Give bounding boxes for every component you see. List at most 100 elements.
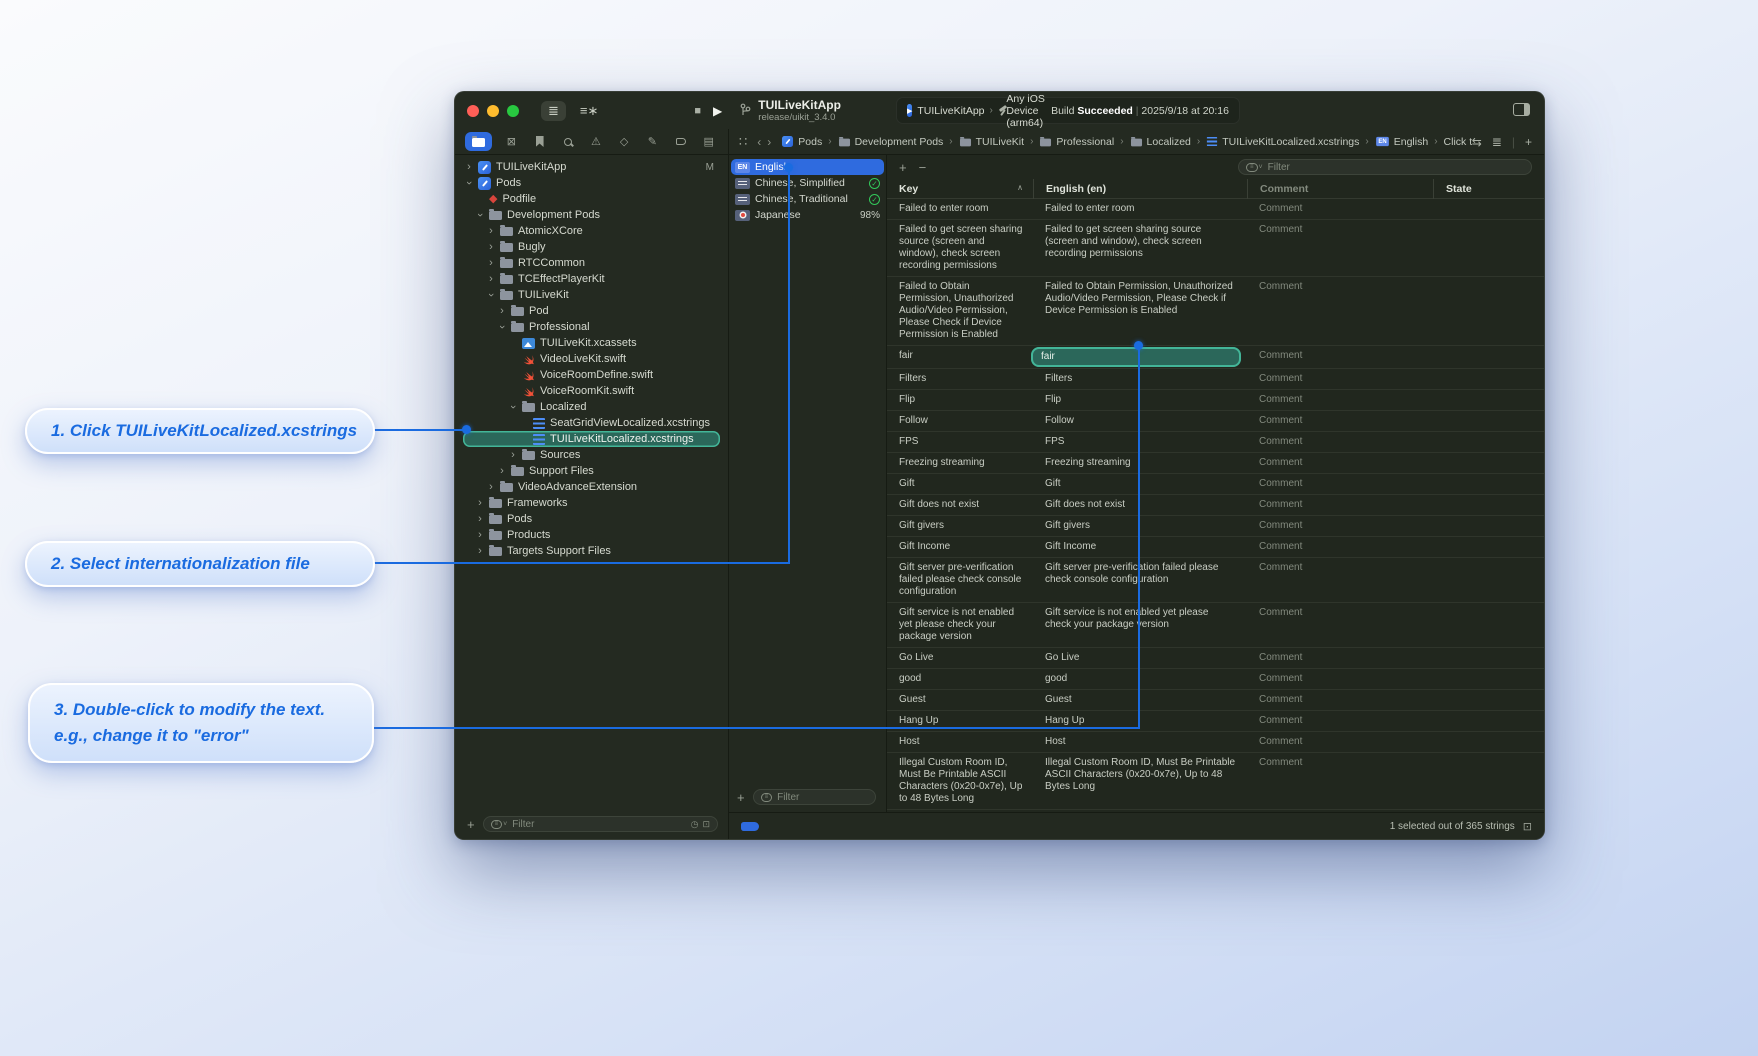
tree-item-frameworks[interactable]: ›Frameworks — [455, 495, 728, 511]
tree-item-videoadvanceextension[interactable]: ›VideoAdvanceExtension — [455, 479, 728, 495]
scheme-name[interactable]: TUILiveKitApp — [917, 105, 984, 117]
language-add-icon[interactable]: + — [737, 790, 745, 805]
breadcrumb-item-professional[interactable]: Professional — [1039, 136, 1114, 148]
minimize-window-button[interactable] — [487, 105, 499, 117]
table-row-gift-does-not-exist[interactable]: Gift does not existGift does not existCo… — [887, 495, 1544, 516]
cell-comment[interactable]: Comment — [1247, 411, 1433, 431]
cell-comment[interactable]: Comment — [1247, 495, 1433, 515]
inspector-toggle-icon[interactable] — [1513, 103, 1530, 116]
table-row-fps[interactable]: FPSFPSComment — [887, 432, 1544, 453]
cell-english[interactable]: Guest — [1033, 690, 1247, 710]
cell-english[interactable]: Gift does not exist — [1033, 495, 1247, 515]
cell-comment[interactable]: Comment — [1247, 669, 1433, 689]
disclosure-icon[interactable]: › — [476, 545, 484, 557]
cell-english[interactable]: Illegal Custom Room ID, Must Be Printabl… — [1033, 753, 1247, 809]
disclosure-icon[interactable]: › — [498, 465, 506, 477]
breadcrumb-item-pods[interactable]: Pods — [781, 135, 822, 148]
column-header-english[interactable]: English (en) — [1033, 179, 1247, 199]
tree-item-podfile[interactable]: ◆Podfile — [455, 191, 728, 207]
table-row-failed-to-enter-room[interactable]: Failed to enter roomFailed to enter room… — [887, 199, 1544, 220]
tree-item-pod[interactable]: ›Pod — [455, 303, 728, 319]
disclosure-icon[interactable]: › — [485, 291, 497, 299]
table-row-host[interactable]: HostHostComment — [887, 732, 1544, 753]
table-row-follow[interactable]: FollowFollowComment — [887, 411, 1544, 432]
cell-comment[interactable]: Comment — [1247, 199, 1433, 219]
breadcrumb-item-development-pods[interactable]: Development Pods — [838, 136, 944, 148]
tree-item-targets-support-files[interactable]: ›Targets Support Files — [455, 543, 728, 559]
tree-item-tuilivekit-xcassets[interactable]: TUILiveKit.xcassets — [455, 335, 728, 351]
disclosure-icon[interactable]: › — [509, 449, 517, 461]
table-row-filters[interactable]: FiltersFiltersComment — [887, 369, 1544, 390]
disclosure-icon[interactable]: › — [498, 305, 506, 317]
disclosure-icon[interactable]: › — [487, 225, 495, 237]
cell-english[interactable]: Freezing streaming — [1033, 453, 1247, 473]
table-row-fair[interactable]: fairfairComment — [887, 346, 1544, 369]
navigator-tab-diamond-icon[interactable]: ◇ — [615, 133, 633, 151]
cell-comment[interactable]: Comment — [1247, 603, 1433, 647]
tree-item-sources[interactable]: ›Sources — [455, 447, 728, 463]
table-filter-field[interactable]: ≡˅ Filter — [1238, 159, 1532, 175]
table-row-flip[interactable]: FlipFlipComment — [887, 390, 1544, 411]
cell-comment[interactable]: Comment — [1247, 732, 1433, 752]
cell-comment[interactable]: Comment — [1247, 648, 1433, 668]
tree-item-seatgridviewlocalized-xcstrings[interactable]: SeatGridViewLocalized.xcstrings — [455, 415, 728, 431]
table-row-failed-to-obtain-permission-unauthorized-audio-video-permission-please-check-if-device-permission-is-enabled[interactable]: Failed to Obtain Permission, Unauthorize… — [887, 277, 1544, 346]
cell-comment[interactable]: Comment — [1247, 277, 1433, 345]
tree-item-atomicxcore[interactable]: ›AtomicXCore — [455, 223, 728, 239]
cell-comment[interactable]: Comment — [1247, 474, 1433, 494]
table-row-gift[interactable]: GiftGiftComment — [887, 474, 1544, 495]
column-header-state[interactable]: State — [1433, 179, 1544, 199]
language-item-english[interactable]: ENEnglish — [731, 159, 884, 175]
language-item-chinese-traditional[interactable]: Chinese, Traditional✓ — [729, 191, 886, 207]
cell-comment[interactable]: Comment — [1247, 711, 1433, 731]
navigator-tab-warning-icon[interactable]: ⚠ — [587, 133, 605, 151]
cell-english[interactable]: Failed to Obtain Permission, Unauthorize… — [1033, 277, 1247, 345]
table-row-gift-income[interactable]: Gift IncomeGift IncomeComment — [887, 537, 1544, 558]
disclosure-icon[interactable]: › — [463, 179, 475, 187]
tree-item-localized[interactable]: ›Localized — [455, 399, 728, 415]
cell-english[interactable]: good — [1033, 669, 1247, 689]
language-item-japanese[interactable]: Japanese98% — [729, 207, 886, 223]
stop-button[interactable]: ■ — [694, 105, 701, 117]
disclosure-icon[interactable]: › — [487, 481, 495, 493]
lines-menu-icon[interactable]: ≣ — [1492, 135, 1502, 149]
disclosure-icon[interactable]: › — [496, 323, 508, 331]
breadcrumb-item-english[interactable]: ENEnglish — [1375, 136, 1428, 148]
tree-item-tuilivekit[interactable]: ›TUILiveKit — [455, 287, 728, 303]
table-row-go-live[interactable]: Go LiveGo LiveComment — [887, 648, 1544, 669]
remove-string-button[interactable]: − — [919, 160, 927, 175]
disclosure-icon[interactable]: › — [476, 497, 484, 509]
forward-button[interactable]: › — [761, 135, 771, 149]
cell-comment[interactable]: Comment — [1247, 690, 1433, 710]
zoom-window-button[interactable] — [507, 105, 519, 117]
disclosure-icon[interactable]: › — [474, 211, 486, 219]
navigator-tab-bookmark-icon[interactable] — [531, 133, 549, 151]
table-row-gift-service-is-not-enabled-yet-please-check-your-package-version[interactable]: Gift service is not enabled yet please c… — [887, 603, 1544, 648]
tree-item-pods[interactable]: ›Pods — [455, 511, 728, 527]
tree-item-products[interactable]: ›Products — [455, 527, 728, 543]
navigator-tab-tag-icon[interactable] — [672, 133, 690, 151]
table-row-gift-server-pre-verification-failed-please-check-console-configuration[interactable]: Gift server pre-verification failed plea… — [887, 558, 1544, 603]
related-items-grid-icon[interactable]: ∷ — [729, 134, 747, 150]
table-row-failed-to-get-screen-sharing-source-screen-and-window-check-screen-recording-permissions[interactable]: Failed to get screen sharing source (scr… — [887, 220, 1544, 277]
tree-item-support-files[interactable]: ›Support Files — [455, 463, 728, 479]
cell-comment[interactable]: Comment — [1247, 432, 1433, 452]
cell-english[interactable]: Flip — [1033, 390, 1247, 410]
navigator-tab-search-icon[interactable] — [559, 133, 577, 151]
cell-comment[interactable]: Comment — [1247, 516, 1433, 536]
tree-item-tuilivekitlocalized-xcstrings[interactable]: TUILiveKitLocalized.xcstrings — [463, 431, 720, 447]
tree-item-videolivekit-swift[interactable]: VideoLiveKit.swift — [455, 351, 728, 367]
table-row-guest[interactable]: GuestGuestComment — [887, 690, 1544, 711]
compose-sparkle-icon[interactable]: ≡∗ — [580, 103, 598, 119]
cell-english[interactable]: Gift Income — [1033, 537, 1247, 557]
cell-english[interactable]: Gift — [1033, 474, 1247, 494]
source-control-filter-icon[interactable]: ⊡ — [702, 819, 710, 830]
cell-comment[interactable]: Comment — [1247, 537, 1433, 557]
cell-english[interactable]: Host — [1033, 732, 1247, 752]
tree-item-tceffectplayerkit[interactable]: ›TCEffectPlayerKit — [455, 271, 728, 287]
tree-item-development-pods[interactable]: ›Development Pods — [455, 207, 728, 223]
breadcrumb-item-tuilivekitlocalized-xcstrings[interactable]: TUILiveKitLocalized.xcstrings — [1206, 136, 1359, 148]
table-row-good[interactable]: goodgoodComment — [887, 669, 1544, 690]
tree-item-voiceroomkit-swift[interactable]: VoiceRoomKit.swift — [455, 383, 728, 399]
back-button[interactable]: ‹ — [749, 135, 761, 149]
